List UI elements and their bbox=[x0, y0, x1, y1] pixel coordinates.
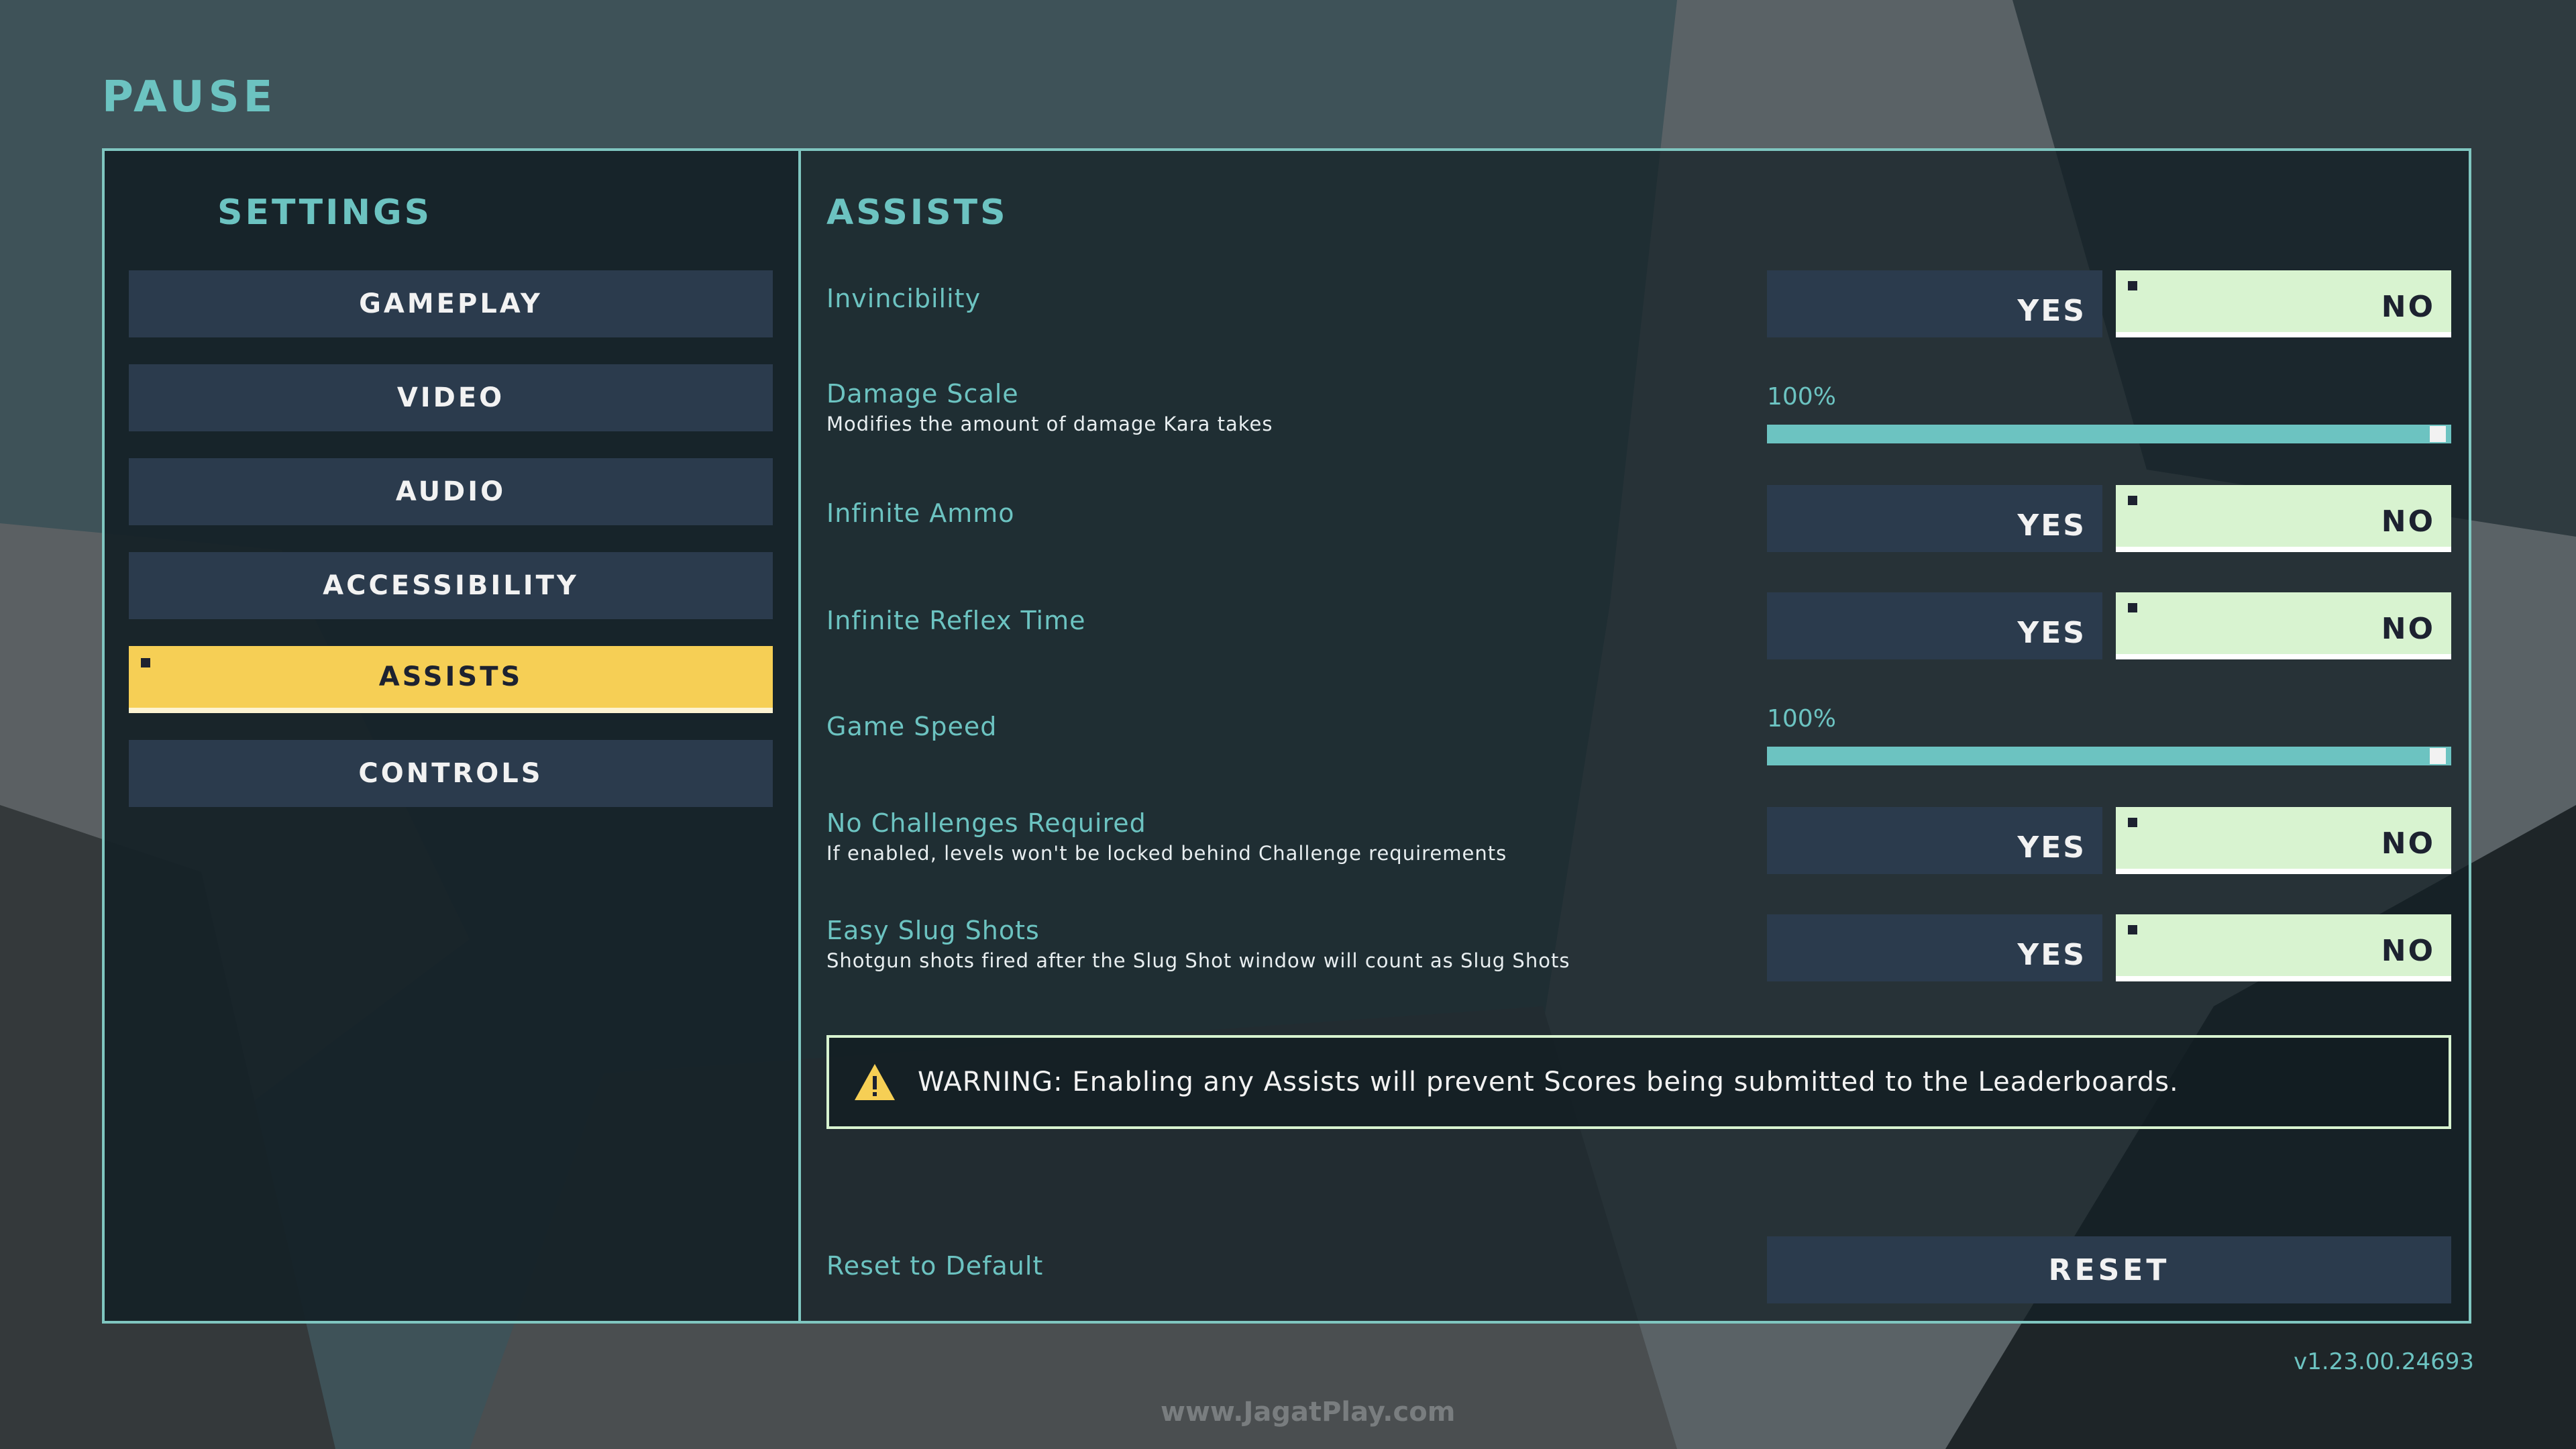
no-challenges-required-label: No Challenges Required bbox=[826, 808, 1146, 838]
easy-slug-shots-no-button[interactable]: NO bbox=[2116, 914, 2451, 981]
no-challenges-required-no-button[interactable]: NO bbox=[2116, 807, 2451, 874]
yes-label: YES bbox=[2017, 294, 2086, 328]
yes-label: YES bbox=[2017, 616, 2086, 650]
infinite-ammo-yes-button[interactable]: YES bbox=[1767, 485, 2102, 552]
infinite-reflex-time-label: Infinite Reflex Time bbox=[826, 606, 1086, 635]
damage-scale-slider[interactable] bbox=[1767, 425, 2451, 443]
settings-title: SETTINGS bbox=[217, 193, 433, 233]
yes-label: YES bbox=[2017, 938, 2086, 972]
nav-video-button[interactable]: VIDEO bbox=[129, 364, 773, 431]
game-speed-fill bbox=[1767, 747, 2451, 765]
invincibility-yes-button[interactable]: YES bbox=[1767, 270, 2102, 337]
selection-marker bbox=[141, 658, 150, 667]
easy-slug-shots-yes-button[interactable]: YES bbox=[1767, 914, 2102, 981]
selection-marker bbox=[2128, 281, 2137, 290]
no-challenges-required-description: If enabled, levels won't be locked behin… bbox=[826, 842, 1507, 865]
infinite-reflex-time-yes-button[interactable]: YES bbox=[1767, 592, 2102, 659]
selection-marker bbox=[2128, 603, 2137, 612]
assists-title: ASSISTS bbox=[826, 193, 1008, 233]
nav-assists-button[interactable]: ASSISTS bbox=[129, 646, 773, 713]
settings-sidebar: SETTINGS GAMEPLAY VIDEO AUDIO ACCESSIBIL… bbox=[105, 151, 801, 1321]
no-challenges-required-yes-button[interactable]: YES bbox=[1767, 807, 2102, 874]
infinite-reflex-time-no-button[interactable]: NO bbox=[2116, 592, 2451, 659]
selection-marker bbox=[2128, 818, 2137, 827]
game-speed-label: Game Speed bbox=[826, 712, 998, 741]
warning-triangle-icon bbox=[855, 1064, 895, 1100]
yes-label: YES bbox=[2017, 830, 2086, 865]
game-speed-slider[interactable] bbox=[1767, 747, 2451, 765]
damage-scale-label: Damage Scale bbox=[826, 379, 1019, 409]
nav-gameplay-label: GAMEPLAY bbox=[359, 288, 543, 319]
pause-title: PAUSE bbox=[102, 72, 277, 122]
nav-accessibility-button[interactable]: ACCESSIBILITY bbox=[129, 552, 773, 619]
damage-scale-fill bbox=[1767, 425, 2451, 443]
reset-to-default-label: Reset to Default bbox=[826, 1251, 1044, 1281]
damage-scale-value: 100% bbox=[1767, 383, 1836, 411]
warning-text: WARNING: Enabling any Assists will preve… bbox=[918, 1067, 2179, 1097]
nav-accessibility-label: ACCESSIBILITY bbox=[323, 570, 579, 601]
reset-button-label: RESET bbox=[2048, 1252, 2170, 1287]
infinite-ammo-no-button[interactable]: NO bbox=[2116, 485, 2451, 552]
infinite-ammo-label: Infinite Ammo bbox=[826, 498, 1015, 528]
nav-audio-label: AUDIO bbox=[395, 476, 506, 507]
watermark: www.JagatPlay.com bbox=[1161, 1397, 1456, 1428]
nav-gameplay-button[interactable]: GAMEPLAY bbox=[129, 270, 773, 337]
no-label: NO bbox=[2381, 504, 2435, 539]
easy-slug-shots-label: Easy Slug Shots bbox=[826, 916, 1040, 945]
assists-panel: ASSISTS Invincibility YES NO Damage Scal… bbox=[801, 151, 2469, 1321]
damage-scale-description: Modifies the amount of damage Kara takes bbox=[826, 413, 1273, 435]
damage-scale-handle[interactable] bbox=[2430, 426, 2446, 442]
yes-label: YES bbox=[2017, 508, 2086, 543]
version-label: v1.23.00.24693 bbox=[2294, 1348, 2474, 1375]
easy-slug-shots-description: Shotgun shots fired after the Slug Shot … bbox=[826, 949, 1570, 972]
invincibility-no-button[interactable]: NO bbox=[2116, 270, 2451, 337]
reset-button[interactable]: RESET bbox=[1767, 1236, 2451, 1303]
no-label: NO bbox=[2381, 826, 2435, 861]
warning-box: WARNING: Enabling any Assists will preve… bbox=[826, 1035, 2451, 1129]
invincibility-label: Invincibility bbox=[826, 284, 981, 313]
selection-marker bbox=[2128, 496, 2137, 505]
no-label: NO bbox=[2381, 934, 2435, 968]
settings-frame: SETTINGS GAMEPLAY VIDEO AUDIO ACCESSIBIL… bbox=[102, 148, 2471, 1324]
nav-video-label: VIDEO bbox=[396, 382, 505, 413]
nav-audio-button[interactable]: AUDIO bbox=[129, 458, 773, 525]
game-speed-handle[interactable] bbox=[2430, 748, 2446, 764]
nav-assists-label: ASSISTS bbox=[378, 661, 523, 692]
no-label: NO bbox=[2381, 612, 2435, 646]
no-label: NO bbox=[2381, 290, 2435, 324]
selection-marker bbox=[2128, 925, 2137, 934]
nav-controls-button[interactable]: CONTROLS bbox=[129, 740, 773, 807]
game-speed-value: 100% bbox=[1767, 705, 1836, 733]
nav-controls-label: CONTROLS bbox=[358, 758, 543, 789]
